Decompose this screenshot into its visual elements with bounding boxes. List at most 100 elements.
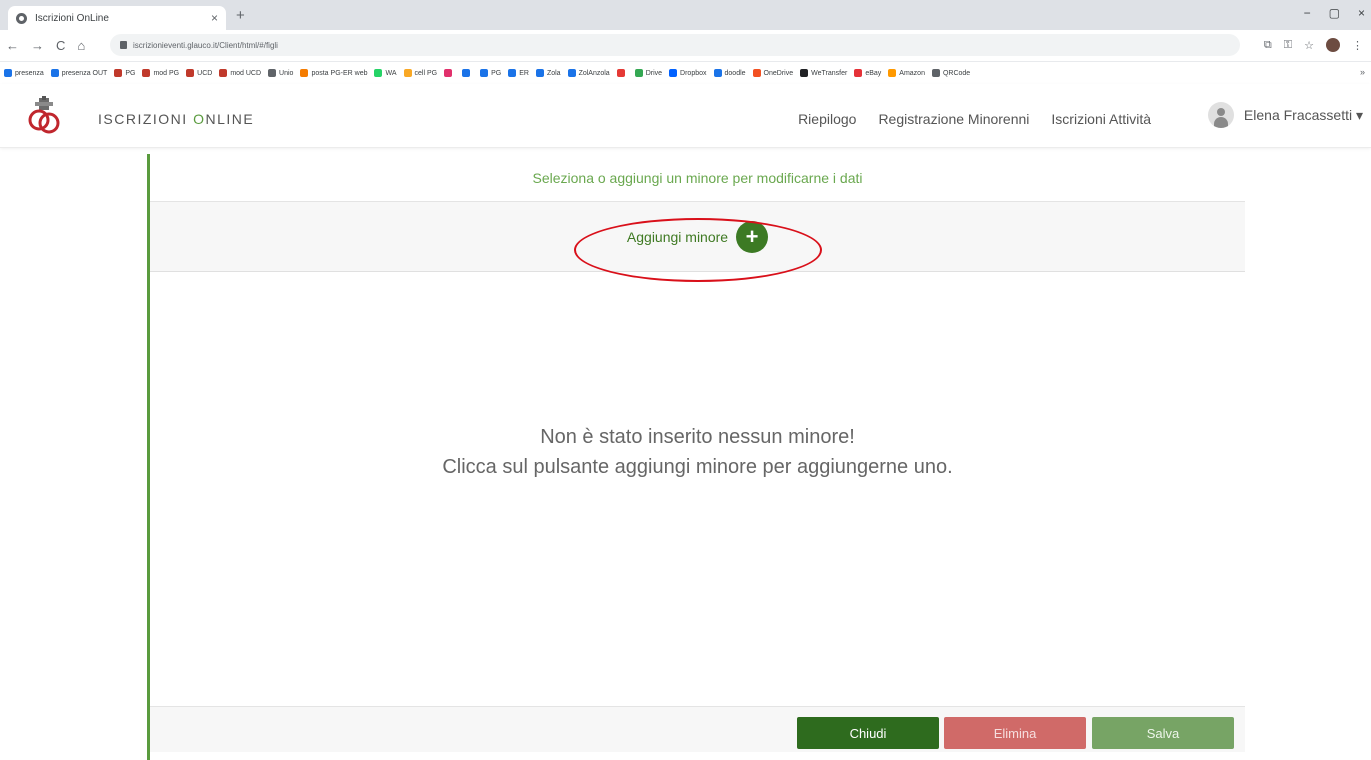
bookmark-item[interactable]: ER <box>508 69 529 77</box>
app-brand[interactable]: ISCRIZIONI ONLINE <box>98 111 254 127</box>
bookmark-icon <box>535 69 544 77</box>
bookmark-item[interactable]: presenza OUT <box>50 69 108 77</box>
menu-icon[interactable]: ⋮ <box>1352 39 1363 52</box>
new-tab-button[interactable]: + <box>236 7 245 24</box>
back-icon[interactable]: ← <box>6 38 19 53</box>
tab-search-icon[interactable]: ⧉ <box>1264 39 1272 52</box>
bookmark-item[interactable]: mod UCD <box>219 69 261 77</box>
bookmark-label: Unio <box>279 69 294 77</box>
bookmark-item[interactable]: UCD <box>186 69 212 77</box>
bookmark-icon <box>300 69 309 77</box>
bookmark-item[interactable]: OneDrive <box>752 69 794 77</box>
bookmark-item[interactable]: posta PG-ER web <box>300 69 367 77</box>
bookmark-icon <box>931 69 940 77</box>
bookmark-item[interactable]: doodle <box>713 69 746 77</box>
bookmark-item[interactable] <box>444 69 455 77</box>
save-button[interactable]: Salva <box>1092 717 1234 749</box>
bookmark-icon <box>480 69 489 77</box>
profile-avatar[interactable] <box>1326 38 1340 52</box>
nav-iscrizioni-attivita[interactable]: Iscrizioni Attività <box>1051 111 1151 127</box>
key-icon[interactable]: ⚿ <box>1284 39 1292 52</box>
bookmark-label: presenza OUT <box>61 69 108 77</box>
tab-title: Iscrizioni OnLine <box>35 12 109 24</box>
bookmark-label: presenza <box>15 69 44 77</box>
bookmark-label: Drive <box>645 69 663 77</box>
close-window-button[interactable]: × <box>1358 6 1365 20</box>
bookmark-label: cell PG <box>414 69 438 77</box>
tab-close-icon[interactable]: × <box>211 11 218 25</box>
bookmark-item[interactable]: Drive <box>634 69 663 77</box>
bookmark-icon <box>854 69 863 77</box>
bookmark-item[interactable]: mod PG <box>142 69 179 77</box>
bookmark-label: ZolAnzola <box>578 69 610 77</box>
forward-icon[interactable]: → <box>31 38 44 53</box>
lock-icon <box>120 41 127 49</box>
bookmark-item[interactable]: QRCode <box>931 69 971 77</box>
bookmark-icon <box>186 69 195 77</box>
bookmark-item[interactable]: eBay <box>854 69 881 77</box>
star-icon[interactable]: ☆ <box>1304 39 1314 52</box>
browser-tab[interactable]: Iscrizioni OnLine × <box>8 6 226 30</box>
user-menu[interactable]: Elena Fracassetti ▾ <box>1207 102 1363 128</box>
bookmark-item[interactable] <box>462 69 473 77</box>
main-nav: Riepilogo Registrazione Minorenni Iscriz… <box>798 111 1151 127</box>
restore-button[interactable]: ▢ <box>1329 6 1340 20</box>
bookmark-icon <box>752 69 761 77</box>
url-text: iscrizionieventi.glauco.it/Client/html/#… <box>133 40 278 50</box>
bookmark-icon <box>800 69 809 77</box>
panel-footer: Chiudi Elimina Salva <box>150 706 1245 752</box>
bookmark-icon <box>142 69 151 77</box>
bookmark-item[interactable]: PG <box>114 69 135 77</box>
empty-state-line-2: Clicca sul pulsante aggiungi minore per … <box>442 456 953 478</box>
bookmark-label: posta PG-ER web <box>311 69 368 77</box>
reload-icon[interactable]: C <box>56 38 65 53</box>
nav-registrazione-minorenni[interactable]: Registrazione Minorenni <box>878 111 1029 127</box>
bookmark-label: eBay <box>865 69 882 77</box>
address-bar[interactable]: iscrizionieventi.glauco.it/Client/html/#… <box>110 34 1240 56</box>
browser-actions: ⧉ ⚿ ☆ ⋮ <box>1264 38 1363 52</box>
bookmark-item[interactable]: ZolAnzola <box>567 69 610 77</box>
add-minor-row: Aggiungi minore + <box>150 202 1245 282</box>
bookmark-item[interactable]: PG <box>480 69 501 77</box>
bookmark-icon <box>403 69 412 77</box>
bookmark-item[interactable]: WeTransfer <box>800 69 847 77</box>
bookmark-icon <box>567 69 576 77</box>
bookmark-item[interactable] <box>616 69 628 77</box>
window-controls: − ▢ × <box>1304 6 1365 20</box>
bookmarks-more-icon[interactable]: » <box>1360 67 1365 77</box>
nav-riepilogo[interactable]: Riepilogo <box>798 111 856 127</box>
bookmark-icon <box>219 69 228 77</box>
delete-button[interactable]: Elimina <box>944 717 1086 749</box>
globe-icon <box>16 12 27 24</box>
bookmark-icon <box>374 69 383 77</box>
bookmark-label: QRCode <box>942 69 971 77</box>
close-button[interactable]: Chiudi <box>797 717 939 749</box>
add-minor-button[interactable]: Aggiungi minore + <box>626 220 769 253</box>
bookmark-item[interactable]: presenza <box>4 69 44 77</box>
panel-title: Seleziona o aggiungi un minore per modif… <box>150 154 1245 202</box>
bookmark-label: ER <box>519 69 529 77</box>
bookmark-label: OneDrive <box>763 69 794 77</box>
bookmark-item[interactable]: Unio <box>268 69 293 77</box>
empty-state-message: Non è stato inserito nessun minore! Clic… <box>150 422 1245 482</box>
bookmark-icon <box>4 69 12 77</box>
bookmark-label: PG <box>125 69 136 77</box>
bookmark-icon <box>444 69 453 77</box>
bookmark-item[interactable]: Dropbox <box>669 69 707 77</box>
bookmark-item[interactable]: Zola <box>535 69 561 77</box>
bookmark-item[interactable]: Amazon <box>888 69 925 77</box>
bookmark-icon <box>462 69 471 77</box>
bookmark-item[interactable]: WA <box>374 69 397 77</box>
bookmark-icon <box>114 69 123 77</box>
home-icon[interactable]: ⌂ <box>77 38 85 53</box>
add-minor-label: Aggiungi minore <box>626 228 729 245</box>
bookmark-label: WeTransfer <box>811 69 848 77</box>
bookmark-icon <box>634 69 643 77</box>
bookmark-icon <box>713 69 722 77</box>
bookmark-label: Dropbox <box>680 69 707 77</box>
bookmark-item[interactable]: cell PG <box>403 69 438 77</box>
minimize-button[interactable]: − <box>1304 6 1311 20</box>
bookmark-icon <box>669 69 678 77</box>
bookmark-label: UCD <box>197 69 213 77</box>
bookmark-label: Zola <box>546 69 561 77</box>
